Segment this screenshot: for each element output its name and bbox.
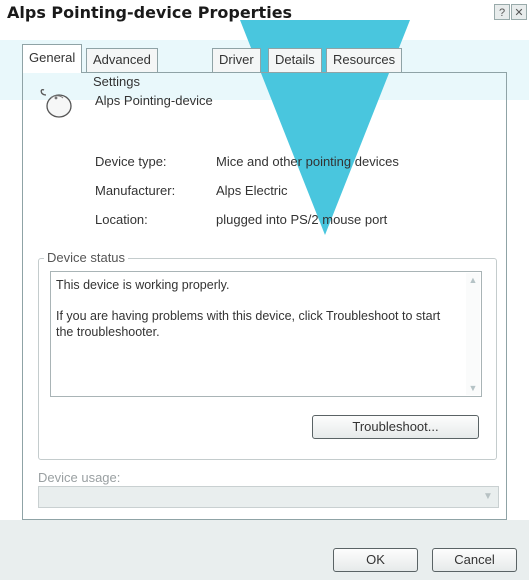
status-scrollbar[interactable]: ▲ ▼ [466, 273, 480, 395]
device-type-value: Mice and other pointing devices [216, 154, 399, 169]
manufacturer-value: Alps Electric [216, 183, 288, 198]
device-usage-label: Device usage: [38, 470, 121, 485]
window-title: Alps Pointing-device Properties [7, 3, 293, 22]
device-type-label: Device type: [95, 154, 167, 169]
status-textbox[interactable]: This device is working properly. If you … [50, 271, 482, 397]
scroll-down-icon[interactable]: ▼ [468, 383, 478, 393]
status-text: This device is working properly. If you … [56, 277, 456, 355]
tab-general[interactable]: General [22, 44, 83, 73]
close-button[interactable]: ✕ [511, 4, 527, 20]
manufacturer-label: Manufacturer: [95, 183, 176, 198]
tab-details[interactable]: Details [268, 48, 322, 72]
title-bar[interactable]: Alps Pointing-device Properties ? ✕ [0, 0, 529, 26]
status-line-1: This device is working properly. [56, 278, 230, 292]
status-line-2: If you are having problems with this dev… [56, 309, 441, 339]
device-status-legend: Device status [44, 250, 129, 265]
location-label: Location: [95, 212, 148, 227]
help-button[interactable]: ? [494, 4, 510, 20]
scroll-up-icon[interactable]: ▲ [468, 275, 478, 285]
cancel-button[interactable]: Cancel [432, 548, 517, 572]
tab-resources[interactable]: Resources [326, 48, 403, 72]
tab-advanced-settings[interactable]: Advanced Settings [86, 48, 158, 89]
chevron-down-icon[interactable]: ▼ [480, 489, 496, 505]
device-usage-select[interactable]: ▼ [38, 486, 499, 508]
device-name: Alps Pointing-device [95, 93, 213, 108]
troubleshoot-button[interactable]: Troubleshoot... [312, 415, 479, 439]
dialog-footer: OK Cancel [0, 528, 529, 580]
location-value: plugged into PS/2 mouse port [216, 212, 388, 227]
mouse-icon [38, 86, 74, 123]
tab-driver[interactable]: Driver [212, 48, 261, 72]
ok-button[interactable]: OK [333, 548, 418, 572]
